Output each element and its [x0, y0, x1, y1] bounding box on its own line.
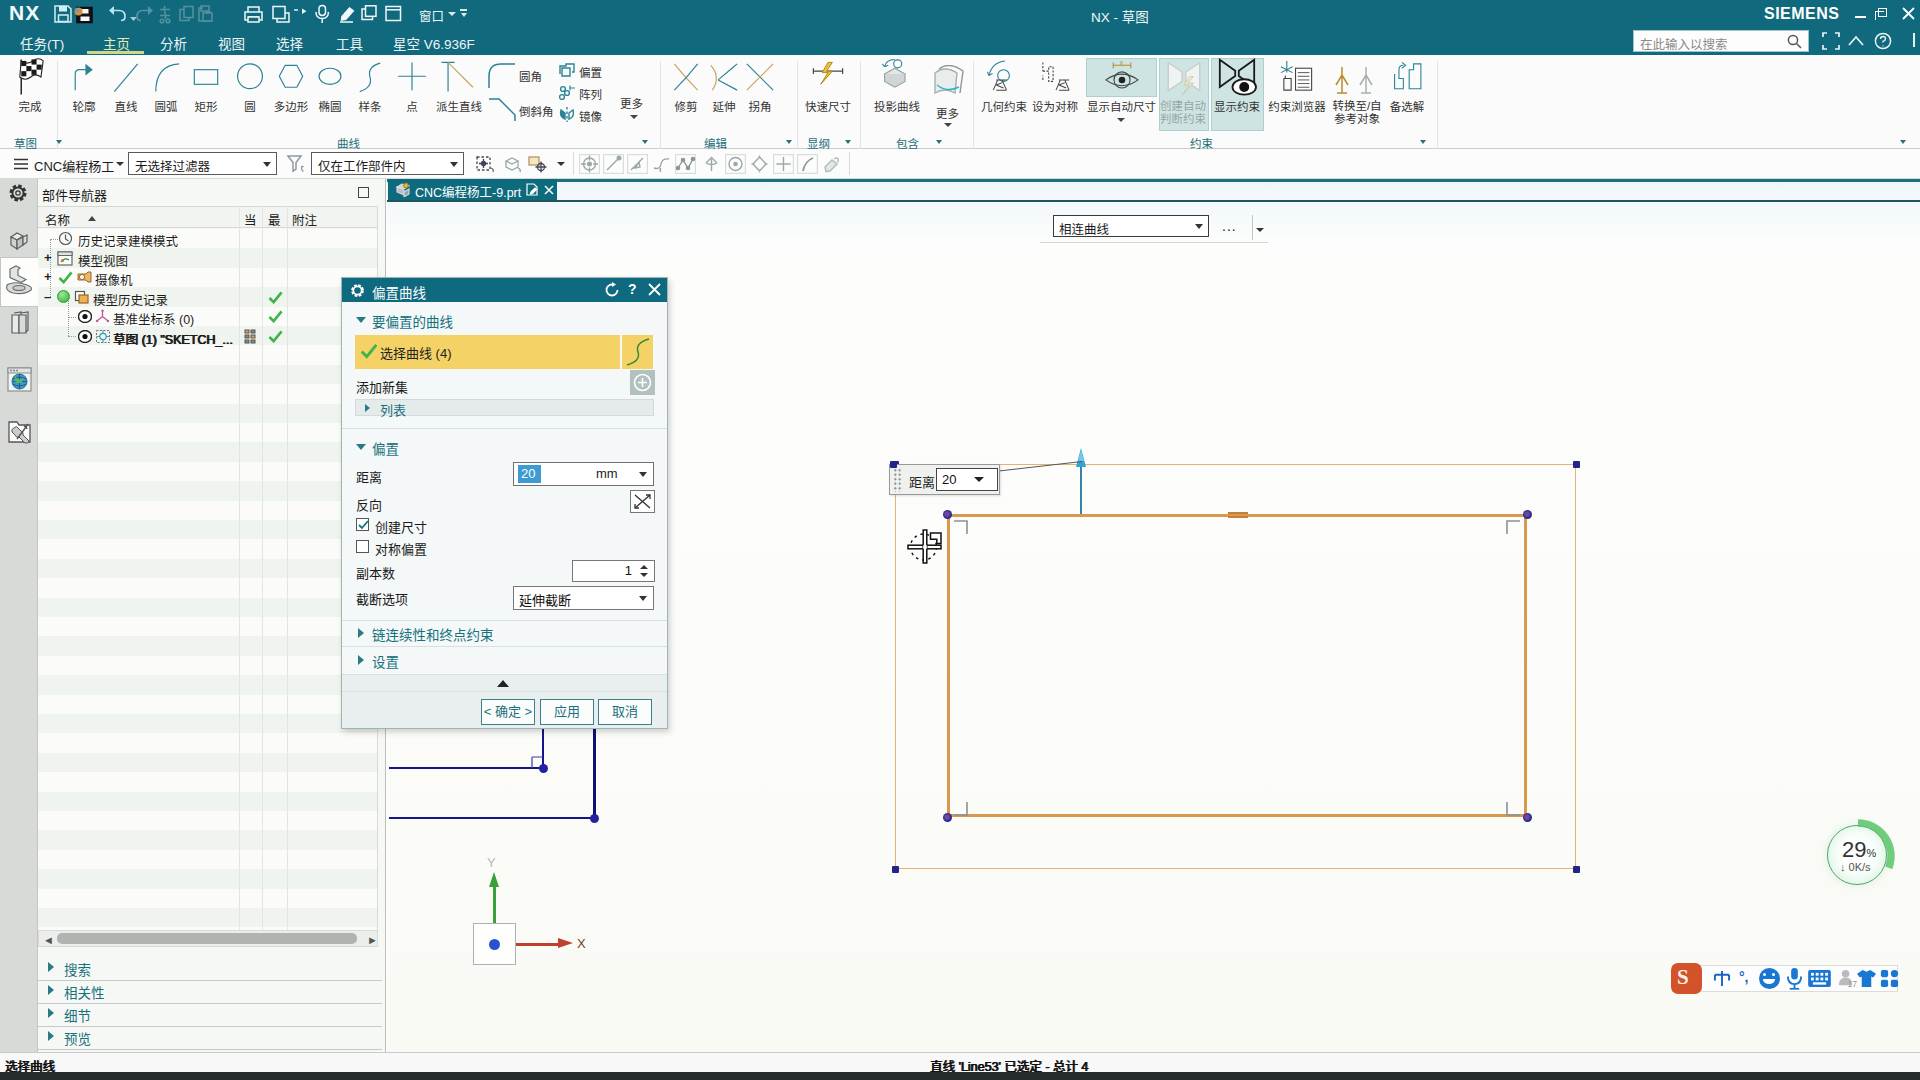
- svg-text:x: x: [1119, 59, 1123, 66]
